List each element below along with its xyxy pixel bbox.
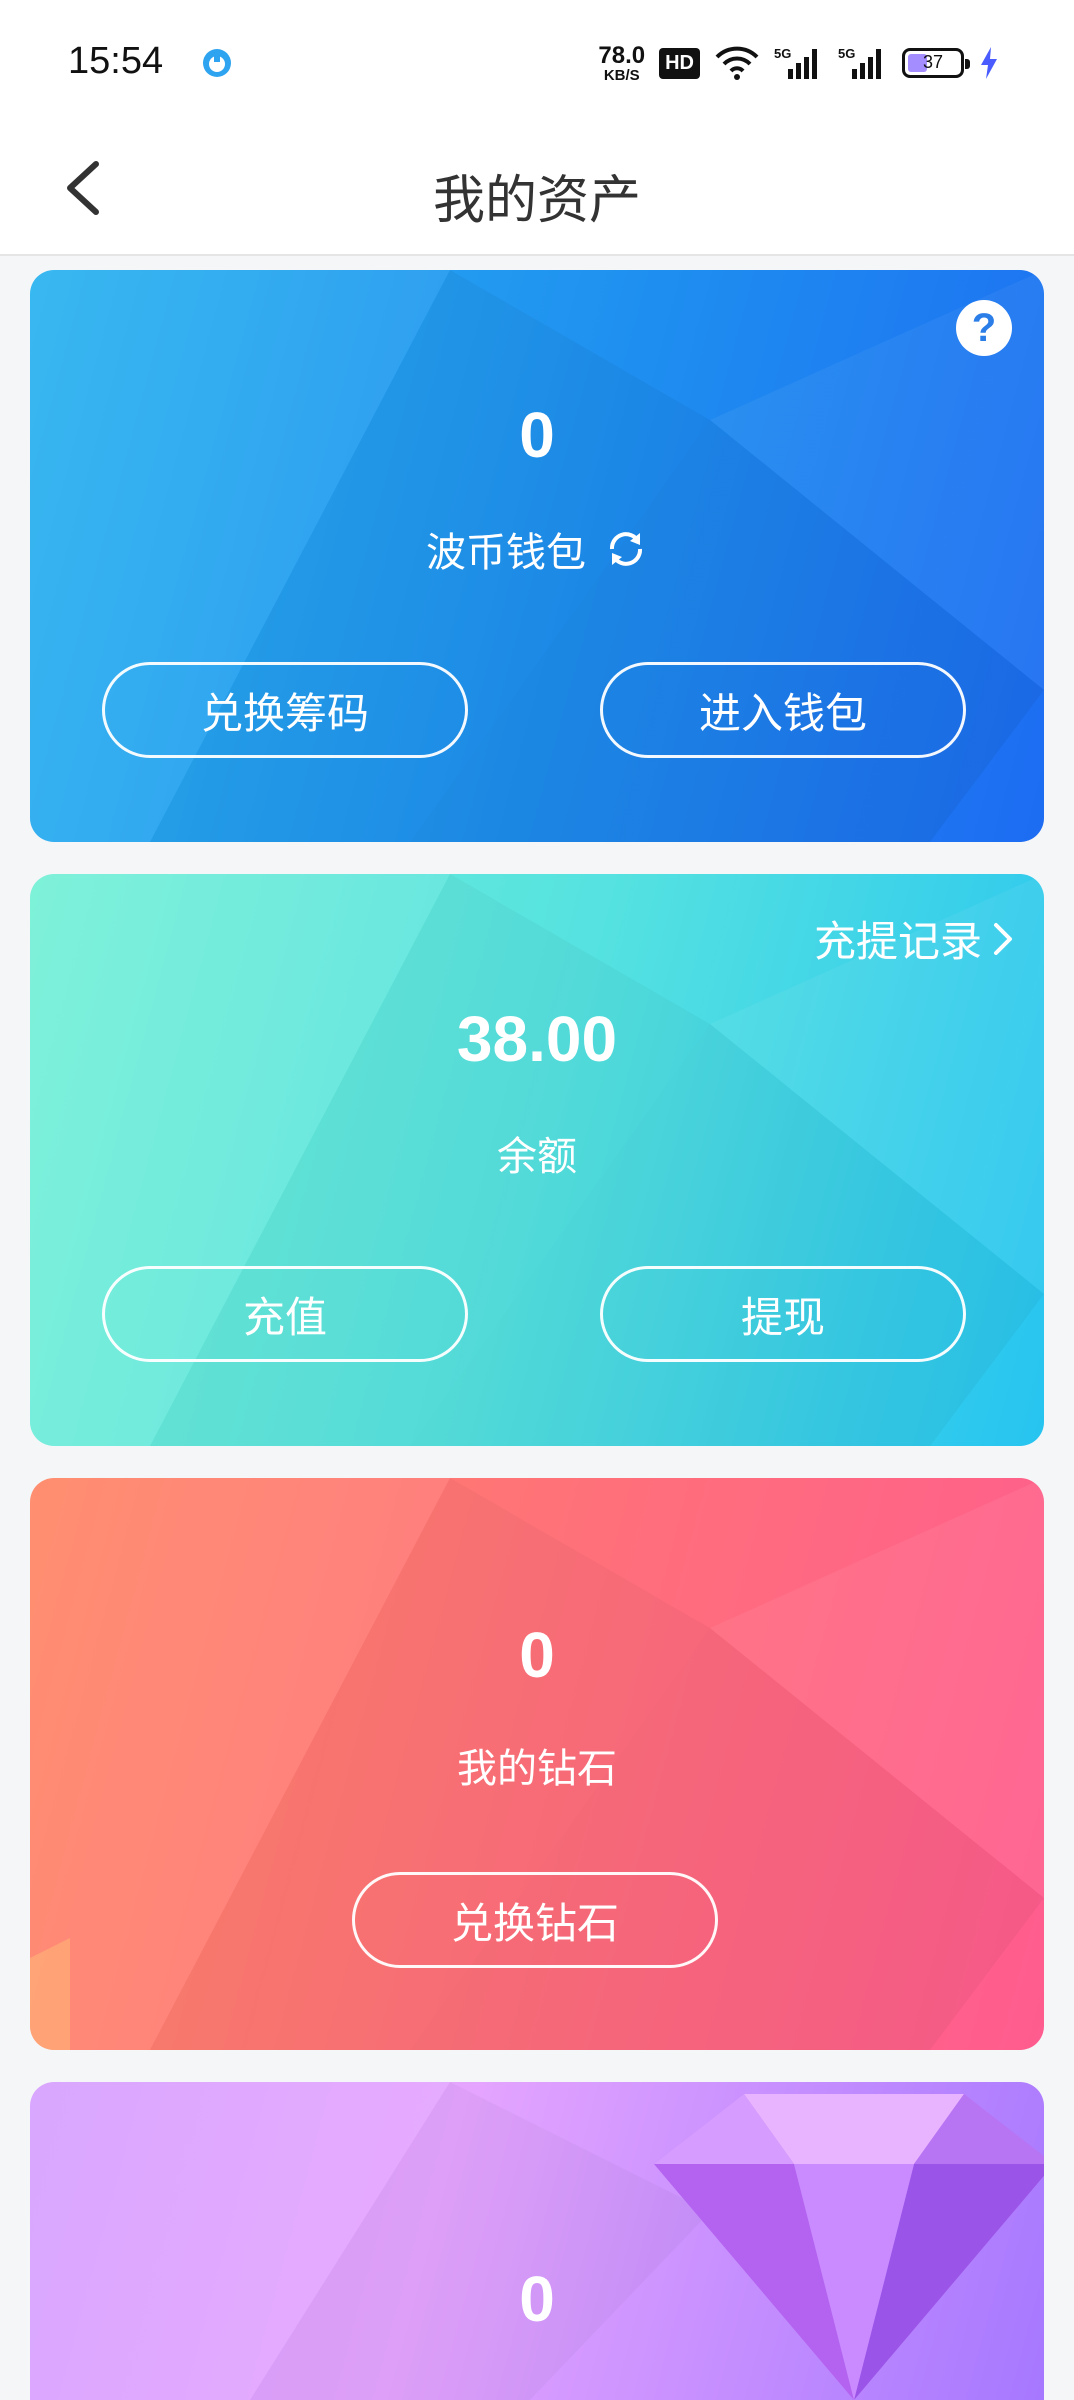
recharge-button[interactable]: 充值 xyxy=(102,1266,468,1362)
signal-5g-icon-2: 5G xyxy=(838,46,881,79)
balance-card: 充提记录 38.00 余额 充值 提现 xyxy=(30,874,1044,1446)
status-bar: 15:54 78.0 KB/S HD 5G 5G 37 xyxy=(0,0,1074,120)
gem-card: 0 xyxy=(30,2082,1044,2400)
enter-wallet-button[interactable]: 进入钱包 xyxy=(600,662,966,758)
charging-icon xyxy=(981,47,997,79)
diamond-value: 0 xyxy=(519,1619,555,1691)
recharge-withdraw-record-link[interactable]: 充提记录 xyxy=(814,908,1014,969)
status-icons: 78.0 KB/S HD 5G 5G 37 xyxy=(598,38,1000,88)
svg-text:5G: 5G xyxy=(838,46,855,61)
exchange-chips-button[interactable]: 兑换筹码 xyxy=(102,662,468,758)
battery-level: 37 xyxy=(922,52,944,72)
diamond-card: 0 我的钻石 兑换钻石 xyxy=(30,1478,1044,2050)
app-notification-icon xyxy=(203,49,231,77)
balance-label: 余额 xyxy=(497,1135,577,1179)
refresh-icon[interactable] xyxy=(604,527,648,571)
network-speed-value: 78.0 xyxy=(598,41,646,69)
svg-text:5G: 5G xyxy=(774,46,791,61)
wallet-label-row: 波币钱包 xyxy=(30,520,1044,578)
hd-voice-icon: HD xyxy=(659,47,700,79)
wifi-icon xyxy=(715,46,759,80)
record-link-label: 充提记录 xyxy=(813,918,982,965)
network-speed: 78.0 KB/S xyxy=(598,41,646,84)
network-speed-unit: KB/S xyxy=(603,66,640,84)
diamond-label: 我的钻石 xyxy=(457,1747,617,1791)
signal-5g-icon: 5G xyxy=(774,46,817,79)
chevron-right-icon xyxy=(994,922,1012,955)
status-time: 15:54 xyxy=(68,40,164,82)
page-title: 我的资产 xyxy=(432,172,641,230)
wallet-card: ? 0 波币钱包 兑换筹码 进入钱包 xyxy=(30,270,1044,842)
help-icon[interactable]: ? xyxy=(956,300,1012,356)
navigation-header: 我的资产 xyxy=(0,120,1074,256)
battery-icon: 37 xyxy=(902,48,970,78)
wallet-value: 0 xyxy=(519,399,555,471)
exchange-diamond-button[interactable]: 兑换钻石 xyxy=(352,1872,718,1968)
withdraw-button[interactable]: 提现 xyxy=(600,1266,966,1362)
wallet-label: 波币钱包 xyxy=(426,531,586,575)
gem-value: 0 xyxy=(519,2263,555,2335)
balance-value: 38.00 xyxy=(456,1003,618,1075)
gem-illustration-icon xyxy=(654,2094,1044,2400)
